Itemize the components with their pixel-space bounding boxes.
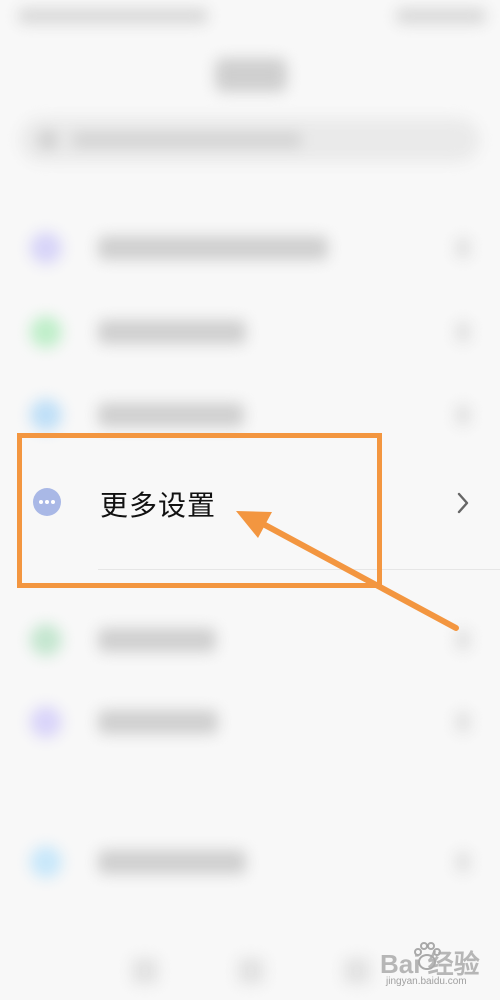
settings-row-3-label xyxy=(98,403,244,427)
settings-row-4-icon xyxy=(30,624,62,656)
search-placeholder xyxy=(72,132,302,148)
page-title xyxy=(215,58,287,92)
nav-home-icon[interactable] xyxy=(238,958,264,984)
search-input[interactable] xyxy=(20,118,480,162)
nav-recents-icon[interactable] xyxy=(344,958,370,984)
settings-row-4-label xyxy=(98,628,216,652)
status-bar-right xyxy=(396,8,486,24)
settings-row-6-icon xyxy=(30,846,62,878)
settings-row-6[interactable] xyxy=(0,822,500,902)
chevron-right-icon xyxy=(456,852,470,872)
settings-row-1[interactable] xyxy=(0,208,500,288)
settings-row-2[interactable] xyxy=(0,292,500,372)
chevron-right-icon xyxy=(456,630,470,650)
divider xyxy=(98,569,500,570)
more-settings-row[interactable]: 更多设置 xyxy=(0,460,500,546)
settings-row-6-label xyxy=(98,850,246,874)
settings-row-3-icon xyxy=(30,399,62,431)
settings-row-5[interactable] xyxy=(0,682,500,762)
chevron-right-icon xyxy=(456,712,470,732)
chevron-right-icon xyxy=(457,492,469,514)
settings-row-5-label xyxy=(98,710,218,734)
chevron-right-icon xyxy=(456,322,470,342)
chevron-right-icon xyxy=(456,405,470,425)
more-settings-label: 更多设置 xyxy=(100,489,217,522)
more-dots-icon xyxy=(33,488,61,516)
settings-row-2-label xyxy=(98,320,246,344)
nav-back-icon[interactable] xyxy=(132,958,158,984)
status-bar xyxy=(0,0,500,34)
settings-row-2-icon xyxy=(30,316,62,348)
settings-row-5-icon xyxy=(30,706,62,738)
settings-row-3[interactable] xyxy=(0,375,500,455)
settings-row-1-icon xyxy=(30,232,62,264)
navigation-bar xyxy=(0,940,500,1000)
status-bar-left xyxy=(18,8,208,24)
chevron-right-icon xyxy=(456,238,470,258)
settings-row-1-label xyxy=(98,236,328,260)
search-icon xyxy=(38,130,58,150)
settings-row-4[interactable] xyxy=(0,600,500,680)
